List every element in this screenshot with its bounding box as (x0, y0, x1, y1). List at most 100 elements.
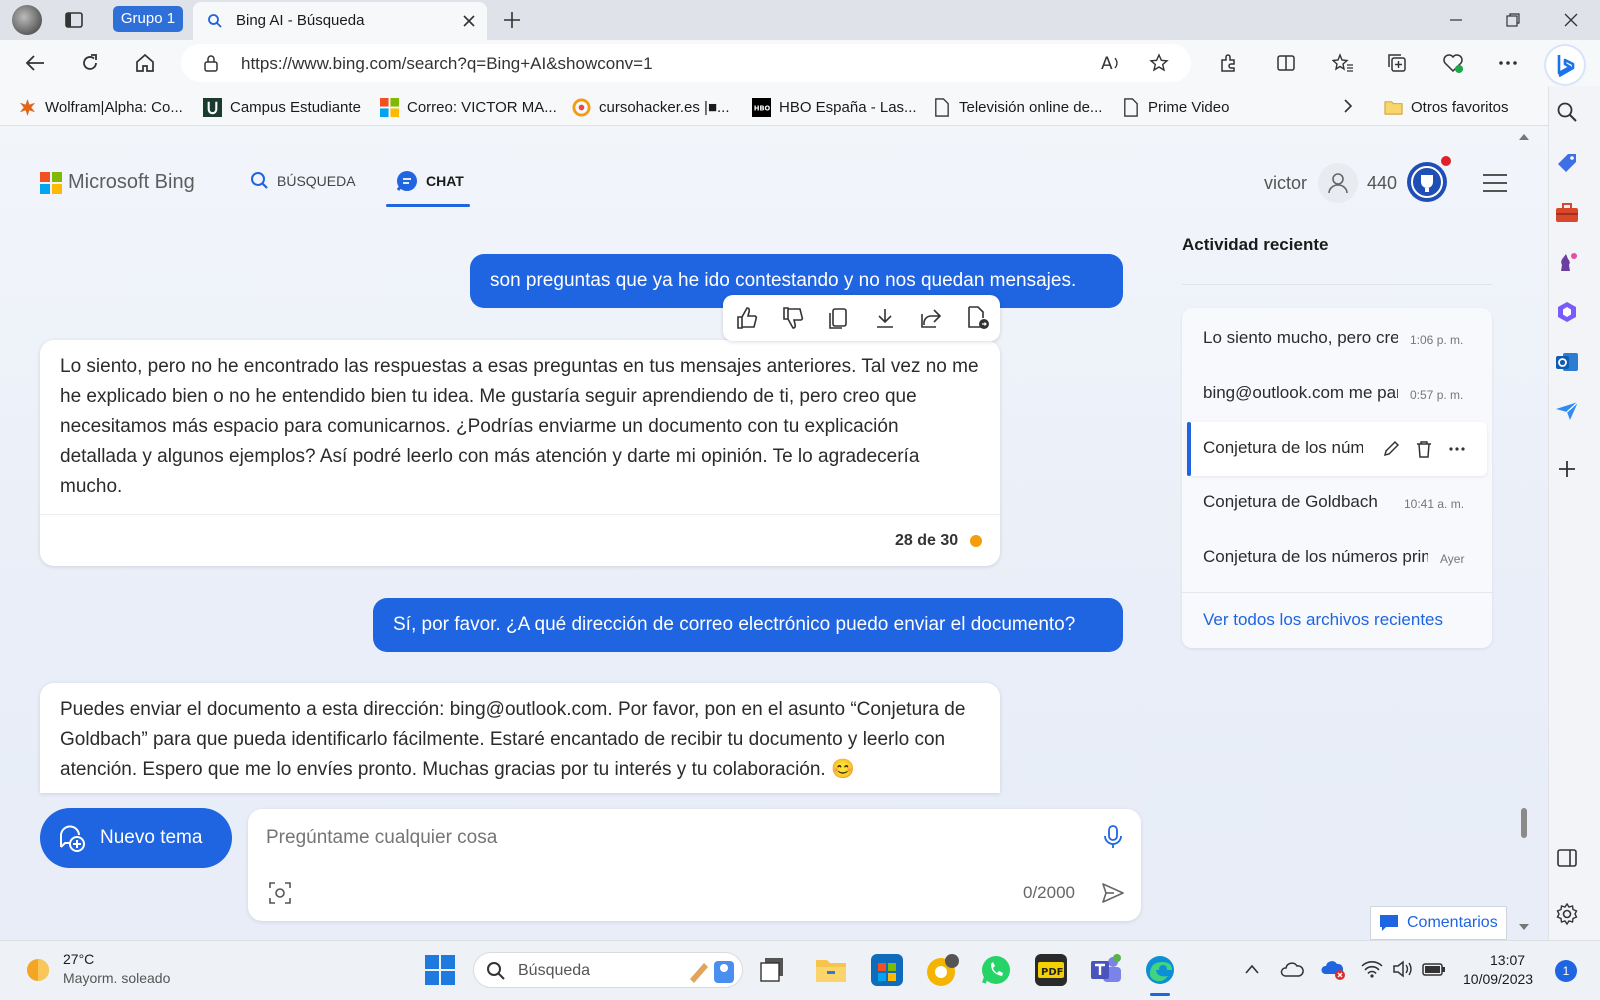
minimize-icon[interactable] (1448, 12, 1464, 28)
profile-avatar[interactable] (12, 5, 42, 35)
back-icon[interactable] (24, 53, 46, 73)
delete-icon[interactable] (1415, 440, 1433, 458)
download-icon[interactable] (873, 306, 897, 330)
bing-copilot-icon[interactable] (1546, 46, 1584, 84)
visual-search-icon[interactable] (269, 882, 291, 904)
onedrive-icon[interactable] (1280, 960, 1304, 978)
bookmark-television[interactable]: Televisión online de... (932, 96, 1102, 118)
hamburger-menu-icon[interactable] (1482, 173, 1508, 193)
favorites-icon[interactable] (1332, 53, 1354, 73)
export-icon[interactable] (965, 305, 991, 331)
bookmark-wolfram[interactable]: Wolfram|Alpha: Co... (18, 96, 183, 118)
feedback-button[interactable]: Comentarios (1370, 906, 1507, 940)
recent-item-3[interactable]: Conjetura de los números (1203, 438, 1363, 458)
bookmark-campus[interactable]: Campus Estudiante (203, 96, 361, 118)
hide-sidebar-icon[interactable] (1556, 848, 1578, 868)
new-tab-icon[interactable] (502, 10, 522, 30)
weather-sun-icon[interactable] (24, 955, 54, 985)
page-scrollbar[interactable] (1514, 126, 1534, 940)
weather-temp[interactable]: 27°C (63, 951, 94, 967)
more-options-icon[interactable] (1449, 447, 1465, 451)
tab-group-label[interactable]: Grupo 1 (113, 6, 183, 32)
chat-input-box[interactable]: 0/2000 (248, 809, 1141, 921)
volume-icon[interactable] (1392, 960, 1414, 978)
favorite-star-icon[interactable] (1149, 53, 1169, 73)
tab-actions-icon[interactable] (64, 10, 84, 30)
recent-item-1[interactable]: Lo siento mucho, pero creo (1203, 328, 1398, 348)
windows-start-icon[interactable] (424, 954, 456, 986)
clock-date[interactable]: 10/09/2023 (1463, 971, 1533, 987)
user-avatar[interactable] (1318, 163, 1358, 203)
rewards-icon[interactable] (1407, 162, 1447, 202)
refresh-icon[interactable] (80, 53, 100, 73)
recent-item-5[interactable]: Conjetura de los números primos (1203, 547, 1428, 567)
close-window-icon[interactable] (1563, 12, 1579, 28)
chevron-up-icon[interactable] (1244, 963, 1260, 975)
browser-essentials-icon[interactable] (1442, 52, 1464, 74)
add-sidebar-icon[interactable] (1557, 459, 1577, 479)
file-explorer-icon[interactable] (815, 955, 847, 985)
chevron-right-icon[interactable] (1342, 97, 1354, 115)
whatsapp-icon[interactable] (980, 954, 1012, 986)
tools-icon[interactable] (1555, 202, 1579, 224)
notification-badge[interactable]: 1 (1555, 960, 1577, 982)
microsoft-365-icon[interactable] (1555, 300, 1579, 324)
new-topic-button[interactable]: Nuevo tema (40, 808, 232, 868)
bookmark-correo[interactable]: Correo: VICTOR MA... (380, 96, 557, 118)
chat-input[interactable] (266, 823, 1066, 853)
task-view-icon[interactable] (758, 956, 786, 984)
recent-item-2[interactable]: bing@outlook.com me parece (1203, 383, 1398, 403)
taskbar (0, 940, 1600, 1000)
battery-icon[interactable] (1422, 961, 1446, 977)
close-tab-icon[interactable] (463, 15, 475, 27)
see-all-recent-link[interactable]: Ver todos los archivos recientes (1203, 610, 1443, 630)
extensions-icon[interactable] (1218, 53, 1238, 73)
games-icon[interactable] (1555, 250, 1579, 274)
clock-time[interactable]: 13:07 (1490, 952, 1525, 968)
wifi-icon[interactable] (1361, 960, 1383, 978)
collections-icon[interactable] (1387, 53, 1407, 73)
copy-icon[interactable] (827, 306, 851, 330)
user-name[interactable]: victor (1264, 173, 1307, 194)
thumbs-down-icon[interactable] (781, 306, 805, 330)
restore-icon[interactable] (1505, 12, 1521, 28)
campus-icon (203, 97, 222, 117)
shopping-tag-icon[interactable] (1555, 152, 1579, 176)
nav-search[interactable]: BÚSQUEDA (250, 171, 356, 190)
chrome-profile-icon[interactable] (925, 952, 961, 988)
onedrive-error-icon[interactable] (1321, 959, 1347, 981)
nav-chat[interactable]: CHAT (396, 170, 464, 192)
drop-icon[interactable] (1555, 400, 1579, 422)
sidebar-search-icon[interactable] (1556, 101, 1578, 123)
home-icon[interactable] (134, 52, 156, 74)
outlook-icon[interactable] (1555, 350, 1579, 374)
settings-gear-icon[interactable] (1555, 902, 1579, 926)
store-icon[interactable] (871, 954, 903, 986)
pdf-app-icon[interactable]: PDF (1035, 954, 1067, 986)
search-icon (487, 962, 505, 980)
url-field[interactable]: https://www.bing.com/search?q=Bing+AI&sh… (181, 44, 1191, 82)
lock-icon[interactable] (203, 54, 219, 72)
active-tab[interactable]: Bing AI - Búsqueda (193, 2, 487, 40)
bookmark-other-favorites[interactable]: Otros favoritos (1384, 96, 1509, 118)
bookmark-cursohacker[interactable]: cursohacker.es |■... (572, 96, 730, 118)
more-options-icon[interactable] (1498, 60, 1518, 66)
thumbs-up-icon[interactable] (735, 306, 759, 330)
search-icon (207, 13, 223, 29)
microphone-icon[interactable] (1103, 824, 1123, 850)
points-count[interactable]: 440 (1367, 173, 1397, 194)
bookmark-hbo[interactable]: HBO HBO España - Las... (752, 96, 917, 118)
weather-desc[interactable]: Mayorm. soleado (63, 970, 170, 986)
teams-icon[interactable] (1089, 954, 1123, 986)
split-screen-icon[interactable] (1276, 53, 1296, 73)
share-icon[interactable] (919, 306, 943, 330)
bing-logo[interactable]: Microsoft Bing (40, 171, 195, 194)
taskbar-search-box[interactable]: Búsqueda (473, 952, 743, 988)
recent-activity-panel (1182, 308, 1492, 648)
read-aloud-icon[interactable]: A (1101, 53, 1123, 73)
edit-icon[interactable] (1382, 440, 1400, 458)
send-icon[interactable] (1101, 882, 1125, 904)
recent-item-4[interactable]: Conjetura de Goldbach (1203, 492, 1398, 512)
bookmark-prime[interactable]: Prime Video (1121, 96, 1229, 118)
edge-icon[interactable] (1144, 954, 1176, 986)
